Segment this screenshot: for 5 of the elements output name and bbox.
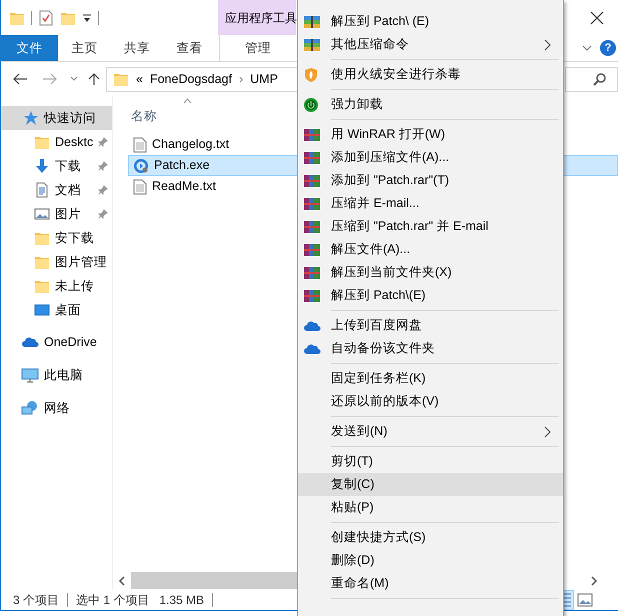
item-count: 3 个项目 xyxy=(13,592,60,609)
contextual-tab-group: 应用程序工具 xyxy=(218,0,296,35)
selection-count: 选中 1 个项目 xyxy=(76,592,150,609)
breadcrumb-separator: › xyxy=(238,70,244,88)
selection-size: 1.35 MB xyxy=(159,592,204,609)
